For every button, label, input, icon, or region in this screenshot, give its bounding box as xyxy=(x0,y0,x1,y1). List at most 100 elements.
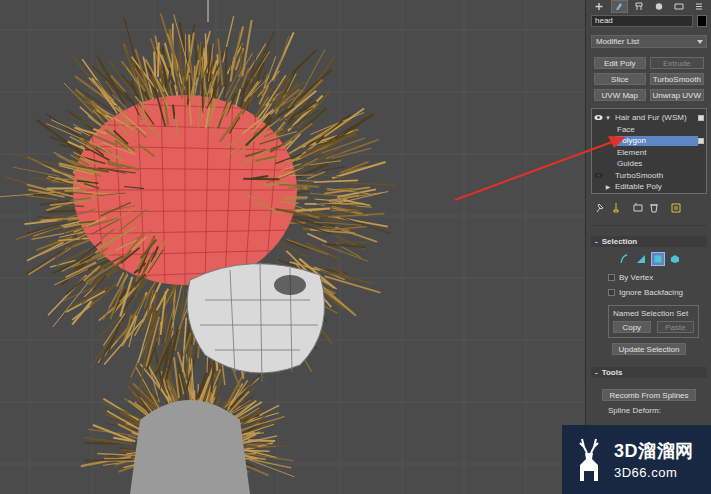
stack-label: Editable Poly xyxy=(612,182,705,193)
hierarchy-icon xyxy=(634,2,644,11)
pin-icon xyxy=(594,202,606,214)
stack-label-text: Hair and Fur (WSM) xyxy=(613,113,698,124)
stack-tool-button[interactable] xyxy=(610,202,622,214)
modifier-buttons: Edit Poly Extrude Slice TurboSmooth UVW Map U… xyxy=(591,57,707,101)
modify-icon xyxy=(614,2,624,11)
visibility-slot xyxy=(593,182,604,192)
recomb-button[interactable]: Recomb From Splines xyxy=(602,389,695,401)
update-row: Update Selection xyxy=(591,343,707,355)
object-name-row: head xyxy=(591,14,707,27)
display-icon xyxy=(674,2,684,11)
watermark: 3D溜溜网 3D66.com xyxy=(562,425,711,494)
stack-toggle[interactable]: ▼ xyxy=(604,115,612,121)
selection-rollout-header[interactable]: -Selection xyxy=(591,236,707,247)
hair-head-model[interactable] xyxy=(0,0,585,494)
modifier-button[interactable]: TurboSmooth xyxy=(650,73,704,85)
selection-mode-button[interactable] xyxy=(668,252,682,266)
panel-tab[interactable] xyxy=(611,0,628,13)
stack-tool-button[interactable] xyxy=(594,202,606,214)
stack-square-icon xyxy=(698,138,704,144)
named-set-button[interactable]: Copy xyxy=(613,321,651,333)
stack-label: Hair and Fur (WSM) xyxy=(612,113,698,124)
motion-icon xyxy=(654,2,664,11)
visibility-slot xyxy=(593,170,604,180)
modifier-button[interactable]: Edit Poly xyxy=(594,57,646,69)
checkbox-row[interactable]: Ignore Backfacing xyxy=(591,287,707,297)
element-mode-icon xyxy=(670,254,680,264)
panel-tab[interactable] xyxy=(591,0,608,13)
polygon-mode-icon xyxy=(653,254,663,264)
stack-label-text: Face xyxy=(615,124,705,135)
stack-label-text: Polygon xyxy=(615,136,698,147)
stack-label-text: Editable Poly xyxy=(613,182,705,193)
modifier-button[interactable]: UVW Map xyxy=(594,89,646,101)
stack-toggle[interactable]: ▶ xyxy=(604,183,612,190)
recomb-row: Recomb From Splines xyxy=(591,389,707,401)
watermark-text: 3D溜溜网 3D66.com xyxy=(614,439,694,480)
stack-tool-button[interactable] xyxy=(632,202,644,214)
dropdown-arrow-icon xyxy=(697,40,703,44)
panel-tabs xyxy=(591,0,707,12)
panel-tab[interactable] xyxy=(690,0,707,13)
deer-logo-icon xyxy=(570,435,608,485)
spline-deform-label: Spline Deform: xyxy=(591,406,707,415)
stack-square-icon xyxy=(698,115,704,121)
checkbox[interactable] xyxy=(608,289,615,296)
stack-item[interactable]: Element xyxy=(593,147,705,159)
selection-modes xyxy=(591,252,707,266)
stack-label: Element xyxy=(593,147,705,158)
panel-tab[interactable] xyxy=(631,0,648,13)
modifier-button[interactable]: Slice xyxy=(594,73,646,85)
group-buttons: Copy Paste xyxy=(613,321,694,333)
modifier-button[interactable]: Unwrap UVW xyxy=(650,89,704,101)
trash-icon xyxy=(648,202,660,214)
modifier-stack: ▼Hair and Fur (WSM)FacePolygonElementGui… xyxy=(591,108,707,194)
stack-tool-button[interactable] xyxy=(648,202,660,214)
named-selection-group: Named Selection Set Copy Paste xyxy=(608,305,699,338)
modifier-list-dropdown[interactable]: Modifier List xyxy=(591,35,707,48)
selection-mode-button[interactable] xyxy=(634,252,648,266)
update-selection-button[interactable]: Update Selection xyxy=(612,343,687,355)
panel-tab[interactable] xyxy=(650,0,667,13)
end-icon xyxy=(632,202,644,214)
config-icon xyxy=(670,202,682,214)
named-set-button[interactable]: Paste xyxy=(657,321,695,333)
group-title: Named Selection Set xyxy=(613,309,694,318)
stack-label: Polygon xyxy=(593,136,698,147)
panel-tab[interactable] xyxy=(670,0,687,13)
guides-mode-icon xyxy=(619,254,629,264)
face-mode-icon xyxy=(636,254,646,264)
perspective-viewport[interactable] xyxy=(0,0,585,494)
checkbox-row[interactable]: By Vertex xyxy=(591,272,707,282)
selection-mode-button[interactable] xyxy=(617,252,631,266)
stack-item[interactable]: TurboSmooth xyxy=(593,170,705,182)
object-name-field[interactable]: head xyxy=(591,15,693,27)
stack-label-text: TurboSmooth xyxy=(613,170,705,181)
pipe-icon xyxy=(610,202,622,214)
stack-item[interactable]: ▼Hair and Fur (WSM) xyxy=(593,112,705,124)
modifier-button[interactable]: Extrude xyxy=(650,57,704,69)
watermark-brand: 3D溜溜网 xyxy=(614,439,694,463)
visibility-icon[interactable] xyxy=(594,172,603,179)
stack-toolbar xyxy=(591,201,707,226)
stack-label-text: Guides xyxy=(615,159,705,170)
annotation-arrow-icon xyxy=(0,0,711,494)
stack-item[interactable]: Guides xyxy=(593,158,705,170)
visibility-icon[interactable] xyxy=(594,114,603,121)
watermark-site: 3D66.com xyxy=(614,465,694,480)
checkbox[interactable] xyxy=(608,274,615,281)
tools-rollout-header[interactable]: -Tools xyxy=(591,367,707,378)
stack-label: Face xyxy=(593,124,705,135)
stack-item[interactable]: ▶Editable Poly xyxy=(593,181,705,193)
stack-item[interactable]: Face xyxy=(593,124,705,136)
object-color-swatch[interactable] xyxy=(697,15,707,27)
app-window: head Modifier List Edit Poly Extrude Slice Tu… xyxy=(0,0,711,494)
selection-mode-button[interactable] xyxy=(651,252,665,266)
stack-label: Guides xyxy=(593,159,705,170)
stack-tool-button[interactable] xyxy=(670,202,682,214)
plus-icon xyxy=(594,2,604,11)
visibility-slot xyxy=(593,113,604,123)
utilities-icon xyxy=(694,2,704,11)
stack-label-text: Element xyxy=(615,147,705,158)
stack-item[interactable]: Polygon xyxy=(593,135,705,147)
